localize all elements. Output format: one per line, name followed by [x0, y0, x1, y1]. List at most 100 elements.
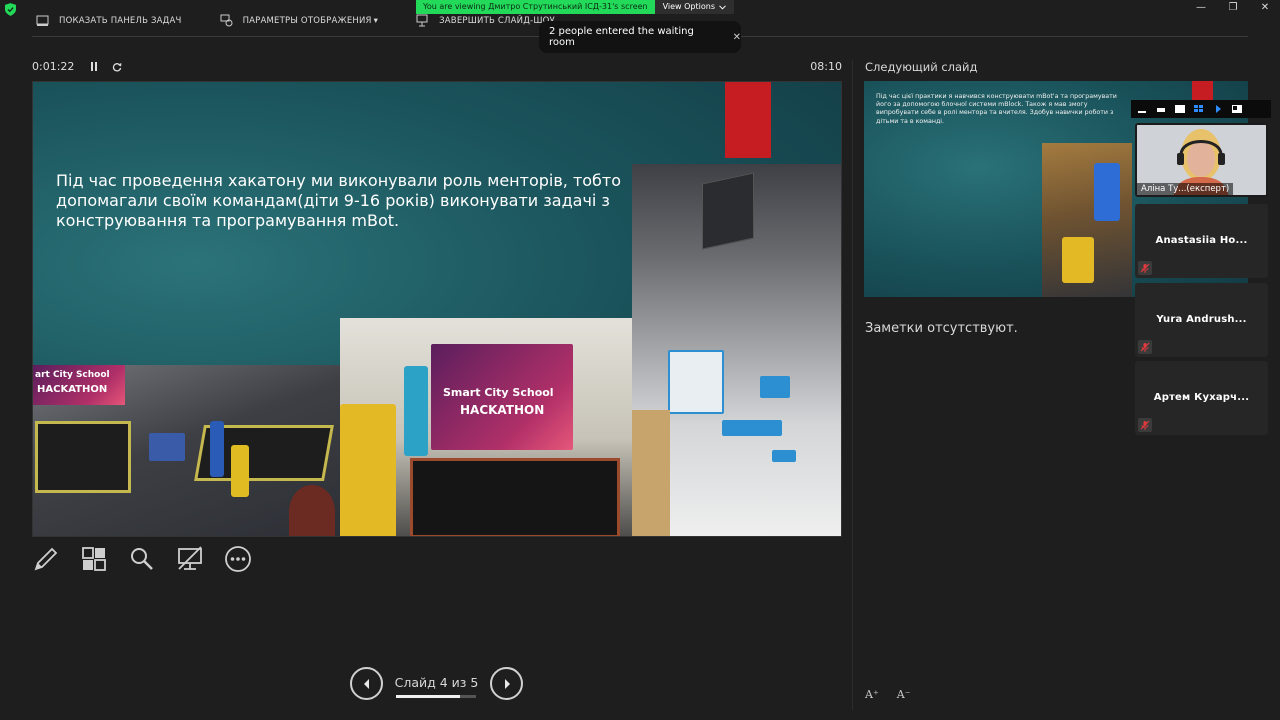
- end-slideshow-icon: [416, 14, 428, 27]
- zoom-button[interactable]: [128, 545, 156, 573]
- slides-grid-icon: [82, 547, 106, 571]
- side-by-side-icon[interactable]: [1232, 105, 1242, 113]
- elapsed-timer: 0:01:22: [32, 60, 75, 73]
- participant-name: Anastasiia Ho...: [1155, 235, 1248, 246]
- waiting-room-notification: 2 people entered the waiting room ✕: [539, 21, 741, 53]
- participant-tile[interactable]: Yura Andrush...: [1135, 283, 1268, 357]
- active-speaker-icon[interactable]: [1175, 105, 1185, 113]
- display-settings-icon: [220, 14, 233, 27]
- previous-slide-button[interactable]: [350, 667, 383, 700]
- security-shield-icon[interactable]: [5, 3, 16, 16]
- next-page-icon[interactable]: [1213, 105, 1223, 113]
- left-hackathon-banner: art City School HACKATHON: [33, 365, 125, 405]
- muted-mic-icon: [1138, 261, 1152, 275]
- display-settings-button[interactable]: ПАРАМЕТРЫ ОТОБРАЖЕНИЯ ▾: [220, 14, 379, 27]
- close-icon[interactable]: ✕: [1258, 2, 1272, 13]
- show-taskbar-button[interactable]: ПОКАЗАТЬ ПАНЕЛЬ ЗАДАЧ: [36, 14, 182, 27]
- banner-line1: Smart City School: [443, 386, 554, 399]
- child-figure: [1062, 237, 1094, 283]
- cardboard-box: [632, 410, 670, 536]
- view-options-label: View Options: [662, 2, 716, 11]
- pause-icon[interactable]: [90, 62, 98, 71]
- participant-tile[interactable]: Anastasiia Ho...: [1135, 204, 1268, 278]
- participant-tile[interactable]: Артем Кухарч...: [1135, 361, 1268, 435]
- speaker-notes: Заметки отсутствуют.: [865, 321, 1018, 336]
- robot-field-table: [410, 458, 620, 536]
- clock-time: 08:10: [810, 60, 842, 73]
- laptop-image: [702, 172, 754, 250]
- slide-red-accent: [725, 82, 771, 158]
- muted-mic-icon: [1138, 340, 1152, 354]
- slide-progress-fill: [396, 695, 460, 698]
- next-slide-photo: [1042, 143, 1132, 297]
- screen-off-icon: [178, 546, 202, 570]
- show-taskbar-label: ПОКАЗАТЬ ПАНЕЛЬ ЗАДАЧ: [59, 15, 182, 26]
- current-slide: Під час проведення хакатону ми виконувал…: [32, 81, 842, 537]
- mentor-figure: [1094, 163, 1120, 221]
- participant-video-tile[interactable]: Аліна Ту...(експерт): [1135, 123, 1268, 197]
- left-banner-line1: art City School: [35, 370, 110, 380]
- gallery-view-icon[interactable]: [1194, 105, 1204, 113]
- minimize-video-icon[interactable]: [1137, 105, 1147, 113]
- display-settings-label: ПАРАМЕТРЫ ОТОБРАЖЕНИЯ: [242, 15, 372, 26]
- robot-field-table: [35, 421, 131, 493]
- mbot-part: [772, 450, 796, 462]
- restore-icon[interactable]: ❐: [1226, 2, 1240, 13]
- hackathon-room-photo: art City School HACKATHON: [33, 365, 340, 536]
- person-figure: [210, 421, 224, 477]
- restart-icon[interactable]: [112, 62, 122, 72]
- window-controls: — ❐ ✕: [1194, 2, 1272, 13]
- next-slide-button[interactable]: [490, 667, 523, 700]
- banner-line2: HACKATHON: [460, 403, 545, 417]
- presenter-toolbar: ПОКАЗАТЬ ПАНЕЛЬ ЗАДАЧ ПАРАМЕТРЫ ОТОБРАЖЕ…: [36, 14, 555, 27]
- panel-divider[interactable]: [852, 60, 853, 710]
- next-slide-text: Під час цієї практики я навчився констру…: [876, 93, 1117, 125]
- mbot-part: [760, 376, 790, 398]
- left-banner-line2: HACKATHON: [37, 384, 108, 395]
- view-options-button[interactable]: View Options: [654, 0, 735, 14]
- arrow-left-icon: [363, 678, 369, 689]
- screen-share-window: { "share_banner": { "viewing_text": "You…: [0, 0, 1280, 720]
- caret-down-icon: ▾: [373, 15, 379, 26]
- minimize-icon[interactable]: —: [1194, 2, 1208, 13]
- close-notification-icon[interactable]: ✕: [733, 32, 741, 43]
- muted-mic-icon: [1138, 418, 1152, 432]
- participant-name: Артем Кухарч...: [1153, 392, 1250, 403]
- next-slide-label: Следующий слайд: [865, 60, 978, 74]
- hide-video-icon[interactable]: [1156, 105, 1166, 113]
- mbot-part: [722, 420, 782, 436]
- blue-cube: [149, 433, 185, 461]
- pen-icon: [34, 547, 58, 571]
- participant-name: Аліна Ту...(експерт): [1137, 183, 1234, 195]
- mentor-blue-shirt: [404, 366, 428, 456]
- see-all-slides-button[interactable]: [80, 545, 108, 573]
- end-slideshow-label: ЗАВЕРШИТЬ СЛАЙД-ШОУ: [439, 15, 555, 26]
- black-screen-button[interactable]: [176, 545, 204, 573]
- slide-body-text: Під час проведення хакатону ми виконувал…: [56, 171, 622, 230]
- arrow-right-icon: [504, 678, 510, 689]
- child-yellow-shirt: [340, 404, 396, 536]
- robot-parts-photo: [632, 164, 841, 536]
- participant-name: Yura Andrush...: [1156, 314, 1247, 325]
- more-options-button[interactable]: [224, 545, 252, 573]
- pen-tool-button[interactable]: [32, 545, 60, 573]
- end-slideshow-button[interactable]: ЗАВЕРШИТЬ СЛАЙД-ШОУ: [416, 14, 555, 27]
- increase-font-button[interactable]: A⁺: [865, 688, 879, 701]
- slide-navigation: Слайд 4 из 5: [350, 667, 523, 700]
- taskbar-icon: [36, 15, 49, 26]
- magnifier-icon: [131, 548, 153, 570]
- plant-decoration: [289, 485, 335, 536]
- notes-font-controls: A⁺ A⁻: [865, 688, 911, 701]
- mbot-box: [668, 350, 724, 414]
- more-icon: [225, 546, 251, 572]
- share-banner: You are viewing Дмитро Струтинський ІСД-…: [416, 0, 735, 14]
- decrease-font-button[interactable]: A⁻: [897, 688, 911, 701]
- video-panel-toolbar: [1131, 100, 1271, 118]
- chevron-down-icon: [719, 4, 726, 10]
- timer-row: 0:01:22 08:10: [32, 60, 842, 73]
- person-figure: [231, 445, 249, 497]
- hackathon-banner: Smart City School HACKATHON: [431, 344, 573, 450]
- viewing-screen-label: You are viewing Дмитро Струтинський ІСД-…: [416, 0, 655, 14]
- slide-counter: Слайд 4 из 5: [394, 675, 479, 690]
- slide-progress-bar: [396, 695, 476, 698]
